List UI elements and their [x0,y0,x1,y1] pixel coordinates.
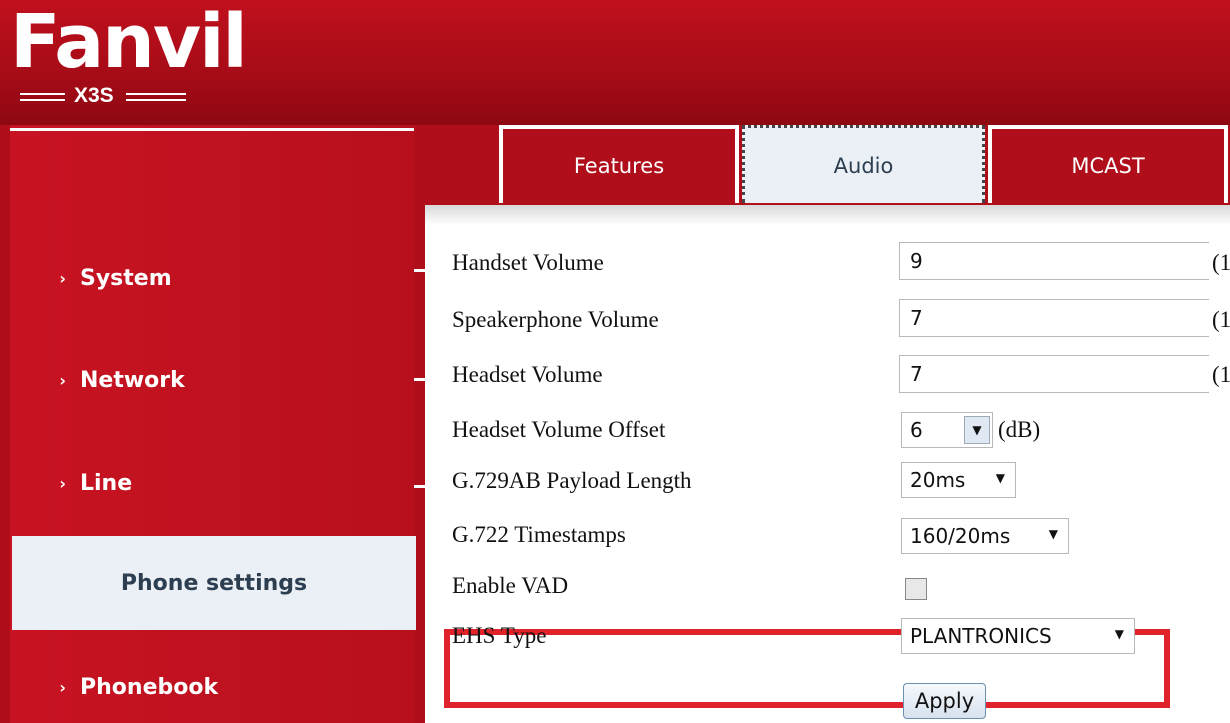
fanvil-logo: Fanvil X3S [6,0,248,122]
g729ab-payload-length-label: G.729AB Payload Length [452,468,692,493]
select-value: 20ms [910,468,966,492]
tab-audio[interactable]: Audio [742,125,985,203]
chevron-down-icon: ▼ [1048,527,1058,541]
chevron-down-icon: ▼ [964,416,990,444]
speakerphone-volume-input[interactable]: 7 [899,299,1209,337]
sidebar-item-label: Network [80,367,185,393]
headset-volume-input[interactable]: 7 [899,355,1209,393]
sidebar-edge [414,125,425,723]
select-value: PLANTRONICS [910,624,1052,648]
apply-button[interactable]: Apply [903,683,986,719]
sidebar-tick [414,269,425,272]
sidebar-tick [414,485,425,488]
tab-label: MCAST [1071,154,1145,178]
headset-volume-range: (1 [1212,362,1230,387]
logo-line-left [20,93,65,95]
sidebar-item-line[interactable]: › Line [10,463,414,503]
g729ab-payload-length-select[interactable]: 20ms ▼ [901,462,1016,498]
handset-volume-input[interactable]: 9 [899,242,1209,280]
chevron-right-icon: › [59,473,66,493]
tab-bar-shadow [425,205,1230,225]
speakerphone-volume-range: (1 [1212,307,1230,332]
tab-features[interactable]: Features [499,125,739,203]
sidebar-item-label: Phonebook [80,674,219,700]
chevron-down-icon: ▼ [995,471,1005,485]
tab-mcast[interactable]: MCAST [988,125,1228,203]
tab-label: Audio [833,153,894,178]
chevron-right-icon: › [59,677,66,697]
sidebar-tick [414,378,425,381]
enable-vad-checkbox[interactable] [905,578,927,600]
ehs-type-select[interactable]: PLANTRONICS ▼ [901,618,1135,654]
logo-line-right-2 [126,99,186,101]
sidebar-item-system[interactable]: › System [10,258,414,298]
headset-volume-offset-unit: (dB) [998,417,1041,442]
g722-timestamps-label: G.722 Timestamps [452,522,626,547]
speakerphone-volume-label: Speakerphone Volume [452,307,659,332]
select-value: 160/20ms [910,524,1011,548]
headset-volume-offset-label: Headset Volume Offset [452,417,666,442]
sidebar-item-phone-settings[interactable]: › Phone settings [12,536,416,630]
handset-volume-label: Handset Volume [452,250,604,275]
logo-line-left-2 [20,99,65,101]
logo-line-right [126,93,186,95]
sidebar-item-network[interactable]: › Network [10,360,414,400]
chevron-right-icon: › [59,268,66,288]
brand-name: Fanvil [10,0,248,85]
sidebar-item-label: System [80,265,172,291]
sidebar-item-label: Line [80,470,133,496]
model-name: X3S [74,84,114,107]
sidebar-item-phonebook[interactable]: › Phonebook [10,667,414,707]
enable-vad-label: Enable VAD [452,573,569,598]
g722-timestamps-select[interactable]: 160/20ms ▼ [901,518,1069,554]
headset-volume-label: Headset Volume [452,362,603,387]
sidebar-panel [10,125,414,723]
headset-volume-offset-select[interactable]: 6 ▼ [901,412,993,448]
chevron-right-icon: › [59,370,66,390]
sidebar-top-divider [10,128,414,131]
handset-volume-range: (1 [1212,250,1230,275]
select-value: 6 [910,418,923,442]
tab-label: Features [573,154,665,178]
chevron-down-icon: ▼ [1114,627,1124,641]
ehs-type-label: EHS Type [452,623,547,648]
sidebar-item-label: Phone settings [120,570,308,596]
